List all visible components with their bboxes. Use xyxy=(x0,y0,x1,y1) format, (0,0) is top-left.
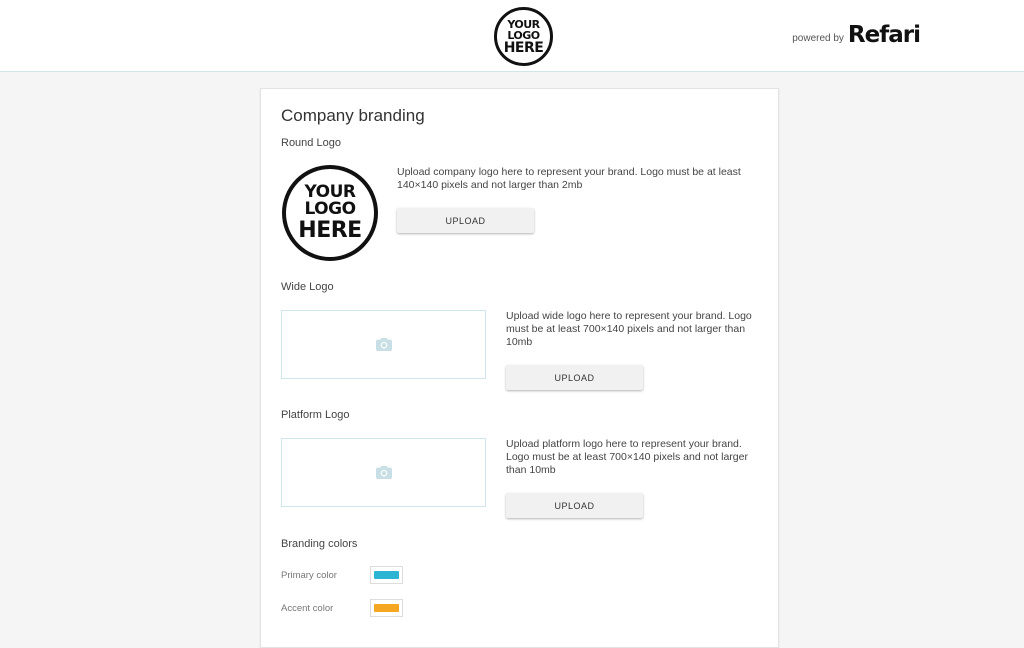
company-logo: YOUR LOGO HERE xyxy=(494,7,553,66)
wide-logo-description: Upload wide logo here to represent your … xyxy=(506,310,752,348)
wide-logo-dropzone[interactable] xyxy=(281,310,486,379)
logo-text-line-1: YOUR xyxy=(507,17,540,31)
round-logo-upload-button[interactable]: UPLOAD xyxy=(397,208,534,233)
powered-by: powered by Refari xyxy=(792,24,921,47)
company-branding-card: Company branding Round Logo YOUR LOGO HE… xyxy=(260,88,779,648)
round-logo-preview: YOUR LOGO HERE xyxy=(282,165,378,261)
platform-logo-dropzone[interactable] xyxy=(281,438,486,507)
logo-text-line-3: HERE xyxy=(503,39,544,56)
accent-color-picker[interactable] xyxy=(370,599,403,617)
logo-text-line-3: HERE xyxy=(298,218,362,244)
logo-text-line-2: LOGO xyxy=(304,199,356,220)
top-header: YOUR LOGO HERE powered by Refari xyxy=(0,0,1024,72)
camera-icon xyxy=(375,338,392,351)
wide-logo-label: Wide Logo xyxy=(281,281,334,293)
round-logo-label: Round Logo xyxy=(281,137,341,149)
primary-color-label: Primary color xyxy=(281,570,337,581)
primary-color-swatch xyxy=(374,571,399,579)
page-title: Company branding xyxy=(281,106,425,125)
accent-color-label: Accent color xyxy=(281,603,334,614)
primary-color-picker[interactable] xyxy=(370,566,403,584)
powered-by-text: powered by xyxy=(792,33,844,44)
logo-text-line-2: LOGO xyxy=(507,28,540,42)
refari-brand-logo[interactable]: Refari xyxy=(848,24,921,47)
platform-logo-upload-button[interactable]: UPLOAD xyxy=(506,493,643,518)
platform-logo-description: Upload platform logo here to represent y… xyxy=(506,438,748,476)
platform-logo-label: Platform Logo xyxy=(281,409,350,421)
camera-icon xyxy=(375,466,392,479)
accent-color-swatch xyxy=(374,604,399,612)
branding-colors-label: Branding colors xyxy=(281,538,358,550)
wide-logo-upload-button[interactable]: UPLOAD xyxy=(506,365,643,390)
round-logo-description: Upload company logo here to represent yo… xyxy=(397,166,741,191)
